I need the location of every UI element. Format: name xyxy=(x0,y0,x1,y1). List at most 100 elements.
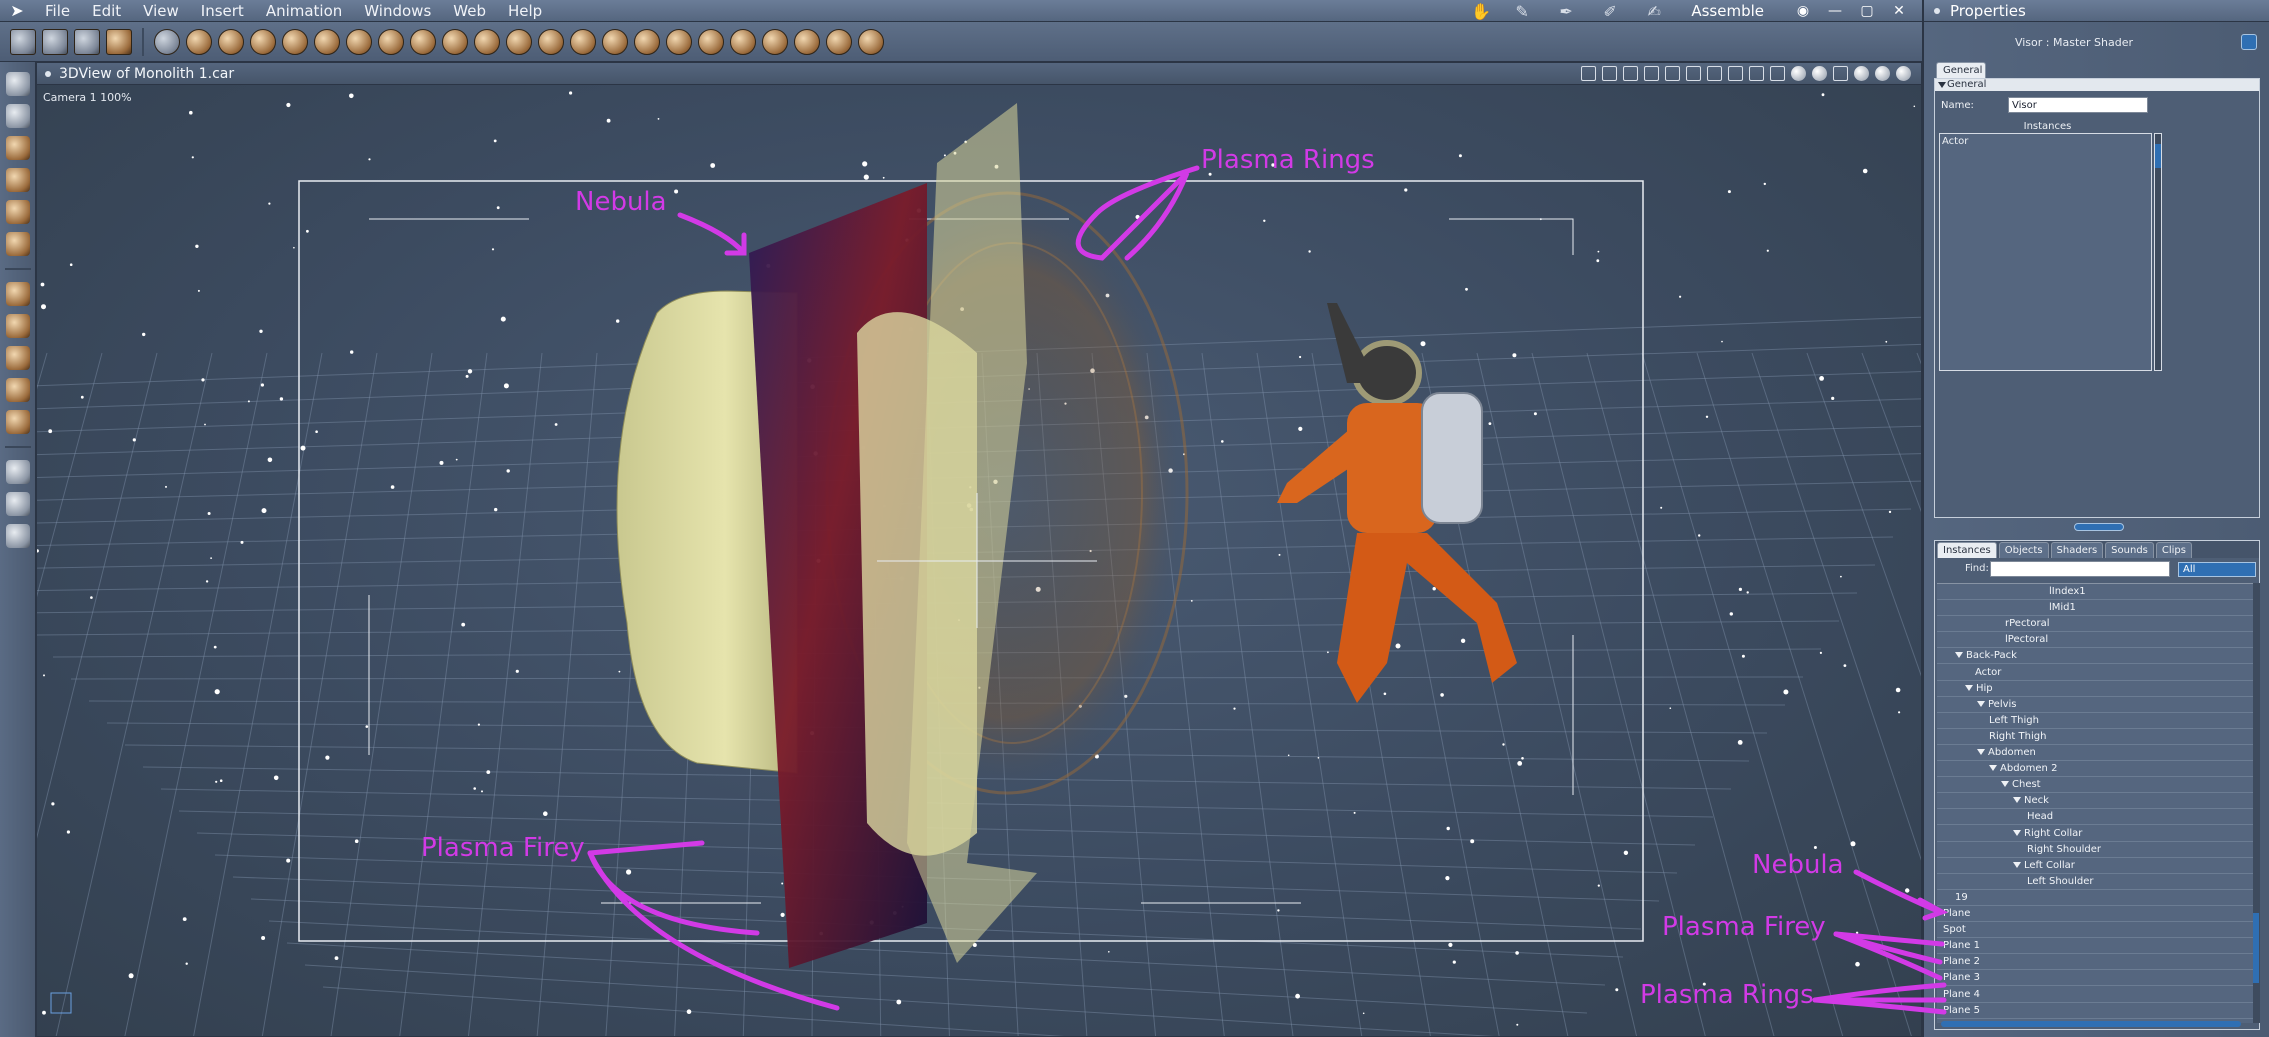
shield-check-icon[interactable] xyxy=(1770,66,1785,81)
tree-row[interactable]: Plane 3 xyxy=(1937,970,2253,987)
expand-triangle-icon[interactable] xyxy=(2013,829,2021,836)
quad-view-icon[interactable] xyxy=(1707,66,1722,81)
properties-menu-icon[interactable] xyxy=(1934,7,1940,14)
two-view-icon[interactable] xyxy=(1665,66,1680,81)
smooth-shade-icon[interactable] xyxy=(1875,66,1890,81)
tree-row[interactable]: Plane 2 xyxy=(1937,954,2253,971)
shader-edit-button[interactable] xyxy=(2241,34,2257,50)
tree-row[interactable]: Plane 4 xyxy=(1937,987,2253,1003)
expand-triangle-icon[interactable] xyxy=(1955,652,1963,659)
scene-render[interactable] xyxy=(37,63,1922,1037)
tree-row[interactable]: Right Thigh xyxy=(1937,729,2253,745)
box-scale-icon[interactable] xyxy=(5,410,30,434)
magic-wand-icon[interactable] xyxy=(5,200,30,224)
brush-tool-icon[interactable] xyxy=(74,28,100,55)
app-logo-icon[interactable]: ➤ xyxy=(0,1,34,20)
twist-tool-icon[interactable] xyxy=(5,168,30,192)
tree-row[interactable]: Left Thigh xyxy=(1937,713,2253,729)
list-item[interactable]: Actor xyxy=(1942,136,2149,147)
tree-row[interactable]: lPectoral xyxy=(1937,632,2253,649)
horizontal-scrollbar[interactable] xyxy=(1941,1021,2241,1027)
move-z-icon[interactable] xyxy=(5,314,30,338)
target-primitive-icon[interactable] xyxy=(826,28,852,55)
tree-row[interactable]: Right Shoulder xyxy=(1937,842,2253,858)
menu-view[interactable]: View xyxy=(132,2,190,20)
gear-primitive-icon[interactable] xyxy=(346,28,372,55)
shield-icon[interactable] xyxy=(1728,66,1743,81)
sphere-primitive-icon[interactable] xyxy=(154,28,180,55)
expand-triangle-icon[interactable] xyxy=(1977,700,1985,707)
select-arrow-icon[interactable] xyxy=(5,72,30,96)
move-xy-icon[interactable] xyxy=(5,282,30,306)
camera-select-icon[interactable] xyxy=(1581,66,1596,81)
glove-icon[interactable]: ✋ xyxy=(1471,2,1501,21)
morph-primitive-icon[interactable] xyxy=(538,28,564,55)
eraser-tool-icon[interactable] xyxy=(106,28,132,55)
hand-tool-icon[interactable] xyxy=(42,28,68,55)
flat-shade-icon[interactable] xyxy=(1854,66,1869,81)
cylinder-primitive-icon[interactable] xyxy=(186,28,212,55)
tree-scrollbar[interactable] xyxy=(2253,583,2260,1023)
render-area-icon[interactable] xyxy=(1623,66,1638,81)
spaceman-figure[interactable] xyxy=(1277,303,1517,703)
tripod-icon[interactable] xyxy=(1602,66,1617,81)
tree-row[interactable]: Spot xyxy=(1937,922,2253,939)
camera-icon[interactable] xyxy=(5,460,30,484)
box-primitive-icon[interactable] xyxy=(506,28,532,55)
terrain-primitive-icon[interactable] xyxy=(378,28,404,55)
tree-row[interactable]: Head xyxy=(1937,809,2253,826)
expand-triangle-icon[interactable] xyxy=(2013,797,2021,804)
zoom-icon[interactable] xyxy=(5,524,30,548)
brush-icon[interactable]: ✎ xyxy=(1515,2,1545,21)
scroll-thumb[interactable] xyxy=(2155,144,2161,168)
tree-row[interactable]: Chest xyxy=(1937,777,2253,794)
tree-row[interactable]: Abdomen xyxy=(1937,745,2253,761)
single-view-icon[interactable] xyxy=(1644,66,1659,81)
tab-clips[interactable]: Clips xyxy=(2155,542,2192,558)
tree-row[interactable]: Pelvis xyxy=(1937,697,2253,713)
menu-edit[interactable]: Edit xyxy=(81,2,132,20)
tree-row[interactable]: rPectoral xyxy=(1937,616,2253,633)
panel-splitter[interactable] xyxy=(2074,523,2124,531)
bowl-primitive-icon[interactable] xyxy=(666,28,692,55)
globe-primitive-icon[interactable] xyxy=(218,28,244,55)
tree-row[interactable]: 19 xyxy=(1937,890,2253,906)
expand-triangle-icon[interactable] xyxy=(2013,861,2021,868)
box-icon[interactable] xyxy=(1833,66,1848,81)
splash-primitive-icon[interactable] xyxy=(762,28,788,55)
tree-row[interactable]: Left Collar xyxy=(1937,858,2253,874)
expand-triangle-icon[interactable] xyxy=(2001,781,2009,788)
tree-row[interactable]: Plane xyxy=(1937,906,2253,922)
rotate-tool-icon[interactable] xyxy=(5,136,30,160)
eraser-icon[interactable]: ✍ xyxy=(1647,2,1677,21)
dots-icon[interactable] xyxy=(1812,66,1827,81)
tab-objects[interactable]: Objects xyxy=(1998,542,2049,558)
menu-file[interactable]: File xyxy=(34,2,81,20)
text-primitive-icon[interactable] xyxy=(314,28,340,55)
move-arrow-icon[interactable] xyxy=(5,104,30,128)
torus-primitive-icon[interactable] xyxy=(282,28,308,55)
tree-row[interactable]: Plane 5 xyxy=(1937,1003,2253,1019)
figure-primitive-icon[interactable] xyxy=(794,28,820,55)
tree-row[interactable]: Neck xyxy=(1937,793,2253,810)
tree-row[interactable]: Hip xyxy=(1937,681,2253,697)
tree-row[interactable]: Abdomen 2 xyxy=(1937,761,2253,778)
shield-alt-icon[interactable] xyxy=(1749,66,1764,81)
maximize-button[interactable]: ▢ xyxy=(1858,3,1876,19)
hand-primitive-icon[interactable] xyxy=(474,28,500,55)
expand-triangle-icon[interactable] xyxy=(1977,749,1985,755)
general-section-header[interactable]: General xyxy=(1935,79,2259,91)
minimize-button[interactable]: — xyxy=(1826,3,1844,19)
close-button[interactable]: ✕ xyxy=(1890,3,1908,19)
wand-primitive-icon[interactable] xyxy=(730,28,756,55)
tab-shaders[interactable]: Shaders xyxy=(2050,542,2104,558)
shell-primitive-icon[interactable] xyxy=(698,28,724,55)
spiral-primitive-icon[interactable] xyxy=(410,28,436,55)
tab-instances[interactable]: Instances xyxy=(1937,542,1997,558)
pen-icon[interactable]: ✒ xyxy=(1559,2,1589,21)
3d-viewport[interactable]: 3DView of Monolith 1.car Camera 1 100% N… xyxy=(36,62,1922,1037)
scale-tool-icon[interactable] xyxy=(5,346,30,370)
tree-row[interactable]: Right Collar xyxy=(1937,826,2253,842)
house-primitive-icon[interactable] xyxy=(602,28,628,55)
tree-row[interactable]: Actor xyxy=(1937,665,2253,681)
